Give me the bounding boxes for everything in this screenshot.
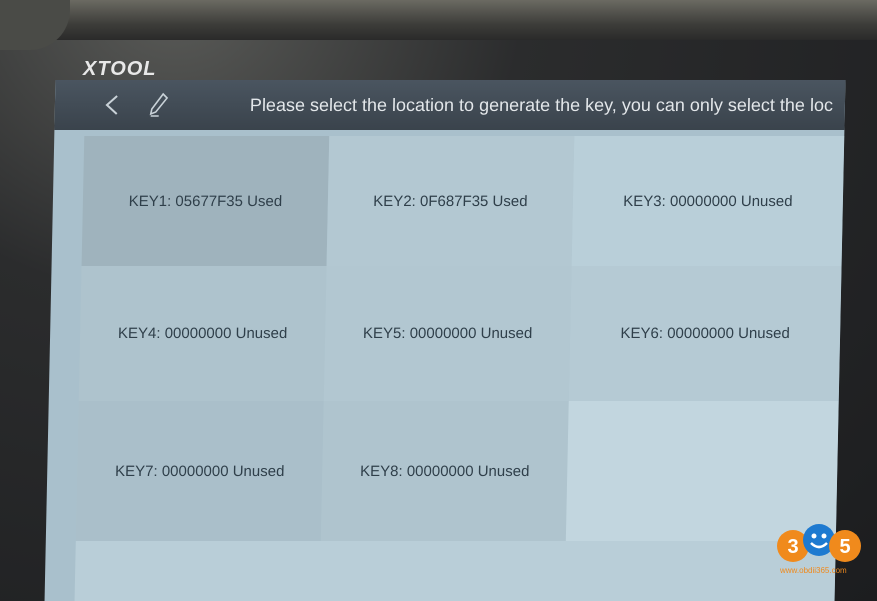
key-slot-8[interactable]: KEY8: 00000000 Unused bbox=[320, 401, 569, 541]
svg-text:5: 5 bbox=[839, 536, 850, 558]
key-slot-4[interactable]: KEY4: 00000000 Unused bbox=[78, 266, 327, 401]
bottom-area bbox=[74, 541, 836, 601]
key-slot-7[interactable]: KEY7: 00000000 Unused bbox=[75, 401, 324, 541]
key-slot-grid: KEY1: 05677F35 Used KEY2: 0F687F35 Used … bbox=[74, 136, 845, 601]
page-title: Please select the location to generate t… bbox=[249, 95, 834, 115]
svg-text:3: 3 bbox=[787, 536, 798, 558]
watermark-url: www.obdii365.com bbox=[780, 566, 847, 575]
device-brand-logo: XTOOL bbox=[83, 58, 157, 80]
key-slot-5[interactable]: KEY5: 00000000 Unused bbox=[323, 266, 572, 401]
watermark-logo: 3 5 bbox=[775, 518, 865, 588]
key-slot-2[interactable]: KEY2: 0F687F35 Used bbox=[326, 136, 575, 266]
back-arrow-icon[interactable] bbox=[103, 94, 121, 116]
key-slot-6[interactable]: KEY6: 00000000 Unused bbox=[568, 266, 842, 401]
tablet-screen: Please select the location to generate t… bbox=[44, 80, 846, 601]
bezel-top-edge bbox=[0, 0, 877, 40]
edit-pencil-icon[interactable] bbox=[149, 92, 170, 118]
key-slot-1[interactable]: KEY1: 05677F35 Used bbox=[81, 136, 330, 266]
title-bar: Please select the location to generate t… bbox=[54, 80, 846, 130]
key-slot-3[interactable]: KEY3: 00000000 Unused bbox=[571, 136, 845, 266]
